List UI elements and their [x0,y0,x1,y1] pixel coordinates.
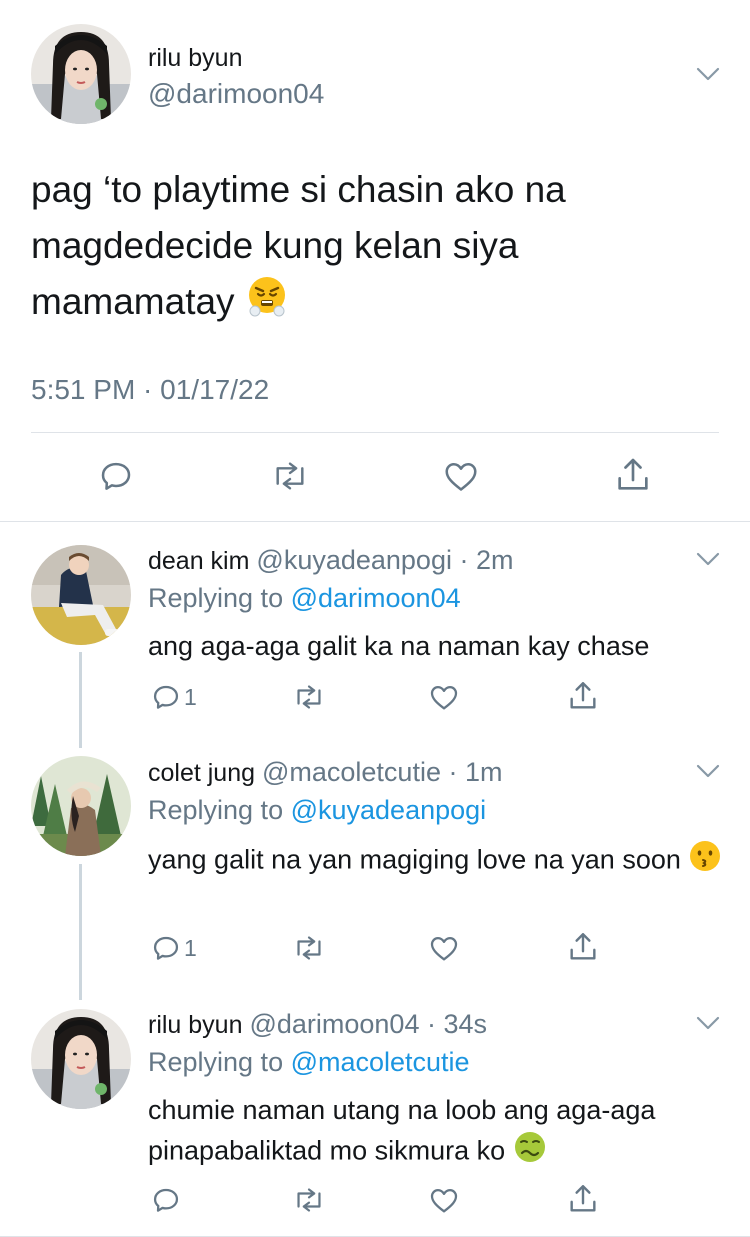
avatar[interactable] [31,24,131,124]
reply-header: colet jung @macoletcutie · 1m [148,757,503,787]
chevron-down-icon[interactable] [694,545,722,573]
nauseated-face-icon [513,1130,547,1175]
tweet-timestamp[interactable]: 5:51 PM · 01/17/22 [31,374,269,406]
heart-icon [430,686,458,710]
reply-icon [101,462,131,490]
face-with-steam-from-nose-icon [245,274,289,334]
reply-icon [153,936,179,960]
retweet-icon [276,462,304,490]
reply-count: 1 [184,683,197,710]
reply-text: yang galit na yan magiging love na yan s… [148,839,728,884]
retweet-icon [297,1188,321,1212]
share-button[interactable] [566,930,600,964]
heart-icon [430,937,458,961]
thread-line [79,652,82,748]
reply-text: ang aga-aga galit ka na naman kay chase [148,631,650,661]
chevron-down-icon[interactable] [694,757,722,785]
reply-button[interactable] [150,1184,184,1216]
like-button[interactable] [441,457,481,495]
reply-button[interactable] [97,457,135,495]
share-button[interactable] [566,1182,600,1216]
replying-to: Replying to @macoletcutie [148,1047,470,1078]
share-button[interactable] [613,455,653,495]
tweet-text-content: pag ‘to playtime si chasin ako na magded… [31,169,566,322]
reply-header: dean kim @kuyadeanpogi · 2m [148,545,514,575]
replying-to-label: Replying to [148,583,291,613]
like-button[interactable] [427,932,461,964]
heart-icon [430,1189,458,1213]
like-button[interactable] [427,1184,461,1216]
avatar[interactable] [31,1009,131,1109]
retweet-button[interactable] [292,932,326,964]
reply-author-handle[interactable]: @kuyadeanpogi [256,545,452,575]
reply-author-handle[interactable]: @macoletcutie [262,757,441,787]
like-button[interactable] [427,681,461,713]
reply-text-content: chumie naman utang na loob ang aga-aga p… [148,1095,656,1166]
reply-author-name[interactable]: dean kim [148,547,249,575]
retweet-icon [297,936,321,960]
replying-to: Replying to @kuyadeanpogi [148,795,486,826]
reply-author-name[interactable]: rilu byun [148,1011,243,1039]
avatar[interactable] [31,756,131,856]
reply-button[interactable]: 1 [150,932,197,964]
reply-button[interactable]: 1 [150,681,197,713]
replying-to-handle[interactable]: @macoletcutie [291,1047,470,1077]
replying-to-label: Replying to [148,1047,291,1077]
retweet-button[interactable] [270,457,310,495]
reply-icon [153,1188,179,1212]
replying-to-label: Replying to [148,795,291,825]
thread-line [79,864,82,1000]
share-icon [618,458,648,490]
share-button[interactable] [566,679,600,713]
reply-time[interactable]: 2m [476,545,514,575]
reply-icon [153,685,179,709]
reply-time[interactable]: 1m [465,757,503,787]
reply-text: chumie naman utang na loob ang aga-aga p… [148,1091,688,1175]
divider [0,521,750,522]
replying-to-handle[interactable]: @darimoon04 [291,583,461,613]
retweet-button[interactable] [292,1184,326,1216]
divider [31,432,719,433]
reply-count: 1 [184,934,197,961]
retweet-icon [297,685,321,709]
heart-icon [445,463,477,491]
kissing-face-icon [688,839,722,884]
reply-time[interactable]: 34s [443,1009,487,1039]
share-icon [570,1185,596,1212]
author-handle[interactable]: @darimoon04 [148,78,324,110]
chevron-down-icon[interactable] [694,1009,722,1037]
reply-text-content: yang galit na yan magiging love na yan s… [148,844,681,875]
tweet-text: pag ‘to playtime si chasin ako na magded… [31,162,721,334]
share-icon [570,933,596,960]
retweet-button[interactable] [292,681,326,713]
reply-author-handle[interactable]: @darimoon04 [249,1009,419,1039]
avatar[interactable] [31,545,131,645]
replying-to: Replying to @darimoon04 [148,583,461,614]
author-name[interactable]: rilu byun [148,44,243,73]
share-icon [570,682,596,709]
reply-author-name[interactable]: colet jung [148,759,255,787]
replying-to-handle[interactable]: @kuyadeanpogi [291,795,487,825]
chevron-down-icon[interactable] [694,60,722,88]
reply-header: rilu byun @darimoon04 · 34s [148,1009,488,1039]
